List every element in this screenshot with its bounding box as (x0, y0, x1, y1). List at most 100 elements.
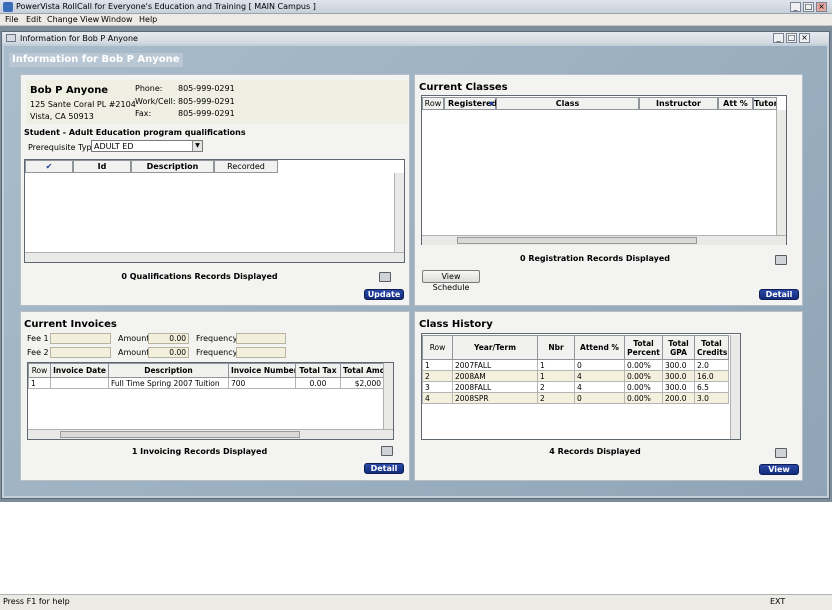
fee2-field[interactable] (50, 347, 111, 358)
qual-status-text: 0 Qualifications Records Displayed (121, 272, 278, 281)
app-icon (3, 2, 13, 12)
hist-cell: 2008SPR (452, 392, 538, 404)
table-row[interactable]: 3 2008FALL 2 4 0.00% 300.0 6.5 (422, 381, 729, 393)
hist-cell: 16.0 (694, 370, 729, 382)
hist-cell: 0.00% (624, 392, 663, 404)
view-schedule-button[interactable]: View Schedule (422, 270, 480, 292)
child-close-icon[interactable]: × (799, 33, 810, 43)
printer-icon[interactable] (379, 272, 391, 282)
close-icon[interactable]: × (816, 2, 827, 12)
child-minimize-icon[interactable]: _ (773, 33, 784, 43)
table-row[interactable]: 1 Full Time Spring 2007 Tuition 700 0.00… (28, 377, 384, 389)
inv-col-number[interactable]: Invoice Number (228, 363, 296, 378)
hist-vertical-scrollbar[interactable] (730, 335, 740, 439)
hist-col-credits[interactable]: Total Credits (694, 335, 729, 360)
invoices-status-text: 1 Invoicing Records Displayed (131, 447, 268, 456)
window-icon (6, 34, 16, 42)
app-title: PowerVista RollCall for Everyone's Educa… (16, 2, 316, 11)
app-title-bar: PowerVista RollCall for Everyone's Educa… (0, 0, 832, 14)
hist-cell: 2007FALL (452, 359, 538, 371)
address-line-2: Vista, CA 50913 (30, 112, 94, 121)
child-restore-icon[interactable]: □ (786, 33, 797, 43)
fee1-field[interactable] (50, 333, 111, 344)
qual-horizontal-scrollbar[interactable] (25, 252, 404, 262)
history-status-text: 4 Records Displayed (549, 447, 641, 456)
classes-vertical-scrollbar[interactable] (776, 110, 786, 236)
hist-col-percent[interactable]: Total Percent (624, 335, 663, 360)
menu-change-view[interactable]: Change View (47, 15, 99, 24)
hist-cell: 2008FALL (452, 381, 538, 393)
classes-detail-button[interactable]: Detail (759, 289, 799, 300)
person-name: Bob P Anyone (30, 85, 109, 96)
inv-col-row[interactable]: Row (28, 363, 51, 378)
hist-cell: 0.00% (624, 381, 663, 393)
class-col-class[interactable]: Class (496, 97, 639, 110)
hist-col-attend[interactable]: Attend % (574, 335, 625, 360)
class-col-att[interactable]: Att % (718, 97, 753, 110)
inv-col-tax[interactable]: Total Tax (295, 363, 341, 378)
history-table: Row Year/Term Nbr Attend % Total Percent… (422, 335, 729, 404)
update-button[interactable]: Update (364, 289, 404, 300)
current-classes-title: Current Classes (419, 82, 508, 93)
qual-col-check[interactable]: ✔ (25, 160, 73, 173)
hist-cell: 2.0 (694, 359, 729, 371)
menu-file[interactable]: File (5, 15, 18, 24)
class-col-row[interactable]: Row (422, 97, 444, 110)
hist-cell: 0.00% (624, 359, 663, 371)
qualifications-heading: Student - Adult Education program qualif… (24, 128, 246, 137)
inv-horizontal-scrollbar[interactable] (28, 429, 393, 439)
hist-cell: 2 (422, 370, 453, 382)
classes-horizontal-scrollbar[interactable] (422, 235, 786, 245)
qual-vertical-scrollbar[interactable] (394, 173, 404, 253)
minimize-icon[interactable]: _ (790, 2, 801, 12)
qual-col-id[interactable]: Id (73, 160, 131, 173)
maximize-icon[interactable]: □ (803, 2, 814, 12)
inv-cell-number: 700 (228, 377, 296, 389)
inv-cell-description: Full Time Spring 2007 Tuition (108, 377, 229, 389)
qual-col-description[interactable]: Description (131, 160, 214, 173)
printer-icon[interactable] (775, 448, 787, 458)
history-view-button[interactable]: View (759, 464, 799, 475)
prereq-select[interactable]: ADULT ED ▼ (91, 140, 203, 152)
amount2-label: Amount (118, 348, 150, 357)
printer-icon[interactable] (381, 446, 393, 456)
inv-col-date[interactable]: Invoice Date (50, 363, 109, 378)
inv-col-description[interactable]: Description (108, 363, 229, 378)
frequency1-field[interactable] (236, 333, 286, 344)
printer-icon[interactable] (775, 255, 787, 265)
inv-vertical-scrollbar[interactable] (383, 363, 393, 429)
hist-cell: 200.0 (662, 392, 695, 404)
hist-col-row[interactable]: Row (422, 335, 453, 360)
status-bar: Press F1 for help EXT (0, 594, 832, 610)
class-col-instructor[interactable]: Instructor (639, 97, 718, 110)
invoices-title: Current Invoices (24, 319, 117, 330)
table-row[interactable]: 4 2008SPR 2 0 0.00% 200.0 3.0 (422, 392, 729, 404)
qual-col-recorded[interactable]: Recorded (214, 160, 278, 173)
table-row[interactable]: 2 2008AM 1 4 0.00% 300.0 16.0 (422, 370, 729, 382)
frequency2-field[interactable] (236, 347, 286, 358)
table-row[interactable]: 1 2007FALL 1 0 0.00% 300.0 2.0 (422, 359, 729, 371)
inv-scroll-thumb[interactable] (60, 431, 300, 438)
class-col-tutor[interactable]: Tutor (753, 97, 777, 110)
menu-help[interactable]: Help (139, 15, 157, 24)
inv-col-amount[interactable]: Total Amount (340, 363, 384, 378)
work-label: Work/Cell: (135, 97, 176, 106)
menu-edit[interactable]: Edit (26, 15, 42, 24)
amount1-field[interactable]: 0.00 (148, 333, 189, 344)
invoices-detail-button[interactable]: Detail (364, 463, 404, 474)
work-value: 805-999-0291 (178, 97, 235, 106)
hist-col-gpa[interactable]: Total GPA (662, 335, 695, 360)
classes-scroll-thumb[interactable] (457, 237, 697, 244)
amount2-field[interactable]: 0.00 (148, 347, 189, 358)
fee2-label: Fee 2 (27, 348, 49, 357)
hist-col-term[interactable]: Year/Term (452, 335, 538, 360)
frequency2-label: Frequency (196, 348, 238, 357)
menu-window[interactable]: Window (101, 15, 133, 24)
hist-col-nbr[interactable]: Nbr (537, 335, 575, 360)
hist-cell: 0 (574, 392, 625, 404)
hist-cell: 4 (574, 370, 625, 382)
hist-cell: 1 (537, 370, 575, 382)
invoices-table: Row Invoice Date Description Invoice Num… (28, 363, 384, 389)
chevron-down-icon[interactable]: ▼ (192, 141, 202, 151)
hist-cell: 300.0 (662, 359, 695, 371)
